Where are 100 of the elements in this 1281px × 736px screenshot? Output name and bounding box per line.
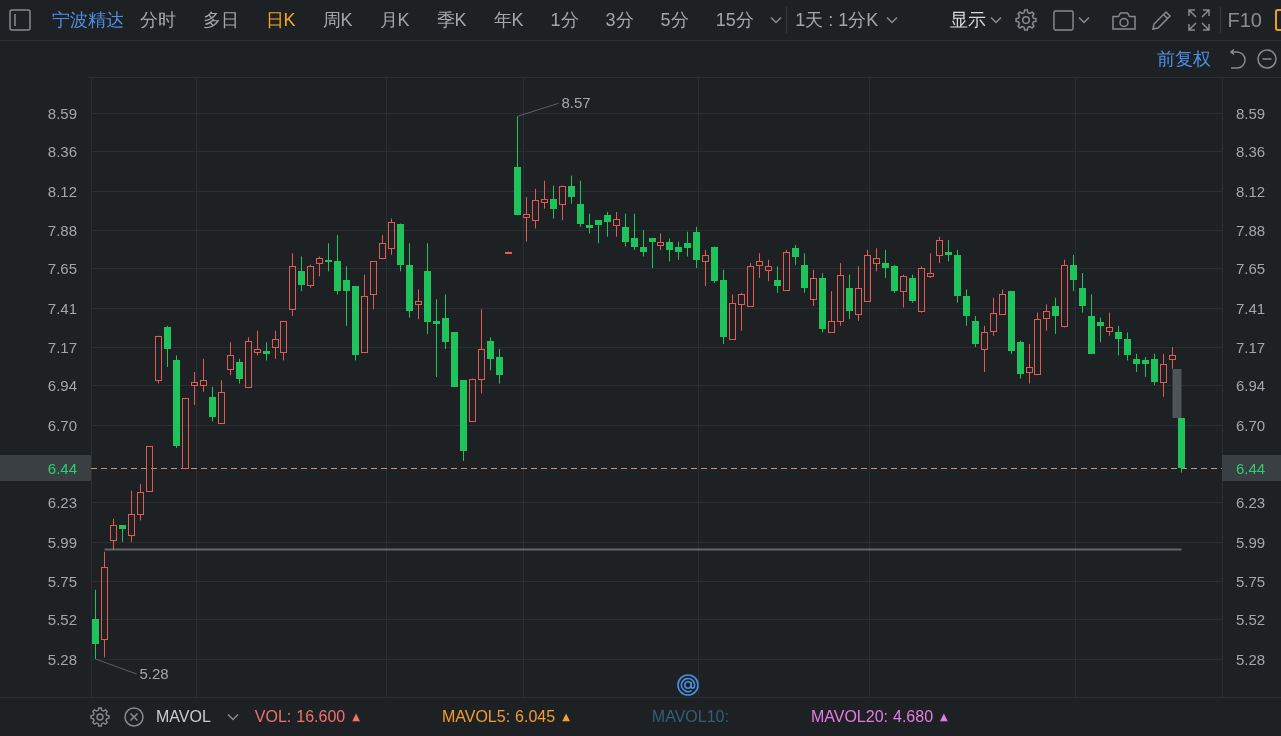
falling-candle bbox=[1088, 293, 1095, 355]
rising-candle bbox=[415, 289, 422, 320]
rising-candle bbox=[254, 330, 261, 356]
period-tab[interactable]: 1分 bbox=[537, 9, 593, 31]
falling-candle bbox=[334, 234, 341, 295]
falling-candle bbox=[325, 242, 332, 272]
rising-candle bbox=[702, 249, 709, 287]
falling-candle bbox=[1124, 331, 1131, 361]
current-price-label: 6.44 bbox=[0, 455, 91, 481]
square-dropdown-button[interactable] bbox=[1052, 9, 1090, 31]
rising-candle bbox=[810, 269, 817, 307]
undo-icon[interactable] bbox=[1229, 49, 1247, 69]
rising-candle bbox=[918, 265, 925, 314]
price-axis-label: 6.70 bbox=[1236, 416, 1266, 434]
period-tab[interactable]: 季K bbox=[423, 9, 481, 31]
ref-line-label: 6.44 bbox=[47, 459, 77, 477]
rising-candle bbox=[756, 252, 763, 279]
leader-line bbox=[95, 658, 137, 675]
zoom-out-icon[interactable] bbox=[1257, 49, 1277, 69]
period-tab[interactable]: 5分 bbox=[647, 9, 703, 31]
price-axis-label: 8.59 bbox=[1236, 104, 1266, 122]
falling-candle bbox=[1017, 340, 1024, 380]
falling-candle bbox=[666, 237, 673, 262]
f10-button[interactable]: F10 bbox=[1227, 9, 1262, 31]
rising-candle bbox=[379, 234, 386, 259]
rising-candle bbox=[613, 211, 620, 238]
fullscreen-icon[interactable] bbox=[1187, 9, 1210, 31]
falling-candle bbox=[451, 331, 458, 388]
settings-icon[interactable] bbox=[90, 706, 110, 728]
rising-candle bbox=[200, 358, 207, 393]
rising-candle bbox=[837, 262, 844, 327]
period-tab[interactable]: 多日 bbox=[189, 9, 252, 31]
falling-candle bbox=[343, 265, 350, 327]
cut-off-button[interactable] bbox=[1275, 9, 1281, 31]
caret-icon bbox=[1077, 16, 1090, 24]
rising-candle bbox=[137, 483, 144, 521]
period-tab[interactable]: 年K bbox=[480, 9, 538, 31]
panel-icon[interactable] bbox=[9, 9, 31, 31]
rising-candle bbox=[855, 265, 862, 322]
at-sign-icon[interactable] bbox=[677, 674, 699, 696]
stock-name-link[interactable]: 宁波精达 bbox=[52, 9, 124, 31]
falling-candle bbox=[1115, 325, 1122, 356]
indicator-dropdown[interactable]: MAVOL bbox=[156, 706, 239, 728]
period-tab[interactable]: 15分 bbox=[702, 9, 768, 31]
falling-candle bbox=[819, 272, 826, 333]
close-icon[interactable] bbox=[124, 707, 144, 727]
indicator-label: VOL: bbox=[254, 707, 292, 727]
rising-candle bbox=[182, 398, 189, 469]
price-axis-label: 6.23 bbox=[47, 493, 77, 511]
leader-line bbox=[517, 102, 559, 117]
period-tab[interactable]: 月K bbox=[366, 9, 424, 31]
rising-candle bbox=[783, 249, 790, 291]
rising-candle bbox=[532, 188, 539, 229]
price-axis-label: 5.99 bbox=[1236, 533, 1266, 551]
falling-candle bbox=[209, 386, 216, 422]
price-axis-label: 6.94 bbox=[1236, 376, 1266, 394]
rising-candle bbox=[738, 292, 745, 332]
chevron-down-icon[interactable] bbox=[770, 16, 783, 24]
falling-candle bbox=[954, 249, 961, 304]
price-axis-label: 7.17 bbox=[1236, 338, 1266, 356]
price-axis-label: 8.36 bbox=[1236, 142, 1266, 160]
falling-candle bbox=[92, 589, 99, 660]
indicator-value: 16.600 bbox=[296, 707, 346, 727]
rising-candle bbox=[227, 341, 234, 376]
rising-candle bbox=[657, 232, 664, 251]
falling-candle bbox=[1178, 417, 1185, 474]
falling-candle bbox=[649, 237, 656, 269]
rising-candle bbox=[765, 259, 772, 282]
rising-candle bbox=[218, 379, 225, 424]
rising-candle bbox=[245, 336, 252, 388]
settings-icon[interactable] bbox=[1014, 9, 1037, 31]
display-menu-button[interactable]: 显示 bbox=[949, 9, 1002, 31]
price-axis-label: 5.75 bbox=[47, 572, 77, 590]
square-icon bbox=[1052, 9, 1074, 31]
rising-candle bbox=[370, 261, 377, 310]
falling-candle bbox=[675, 241, 682, 261]
price-axis-label: 5.28 bbox=[1236, 650, 1266, 668]
indicator-label: MAVOL10: bbox=[651, 707, 729, 727]
pencil-icon[interactable] bbox=[1150, 9, 1173, 31]
falling-candle bbox=[963, 289, 970, 327]
range-dropdown[interactable]: 1天 : 1分K bbox=[795, 9, 899, 31]
period-tab[interactable]: 3分 bbox=[592, 9, 648, 31]
rising-candle bbox=[110, 518, 117, 551]
falling-candle bbox=[1151, 353, 1158, 386]
falling-candle bbox=[1052, 297, 1059, 335]
falling-candle bbox=[711, 246, 718, 284]
rising-candle bbox=[990, 297, 997, 337]
camera-icon[interactable] bbox=[1111, 10, 1136, 30]
rising-candle bbox=[505, 251, 512, 254]
falling-candle bbox=[586, 213, 593, 234]
rising-candle bbox=[307, 264, 314, 289]
period-tab[interactable]: 日K bbox=[252, 9, 309, 31]
falling-candle bbox=[631, 213, 638, 251]
falling-candle bbox=[577, 180, 584, 228]
price-axis-label: 8.12 bbox=[47, 182, 77, 200]
period-tab[interactable]: 分时 bbox=[126, 9, 189, 31]
indicator-value: 6.045 bbox=[515, 707, 556, 727]
period-tab[interactable]: 周K bbox=[309, 9, 367, 31]
falling-candle bbox=[496, 348, 503, 385]
adjust-mode-link[interactable]: 前复权 bbox=[1157, 48, 1211, 70]
